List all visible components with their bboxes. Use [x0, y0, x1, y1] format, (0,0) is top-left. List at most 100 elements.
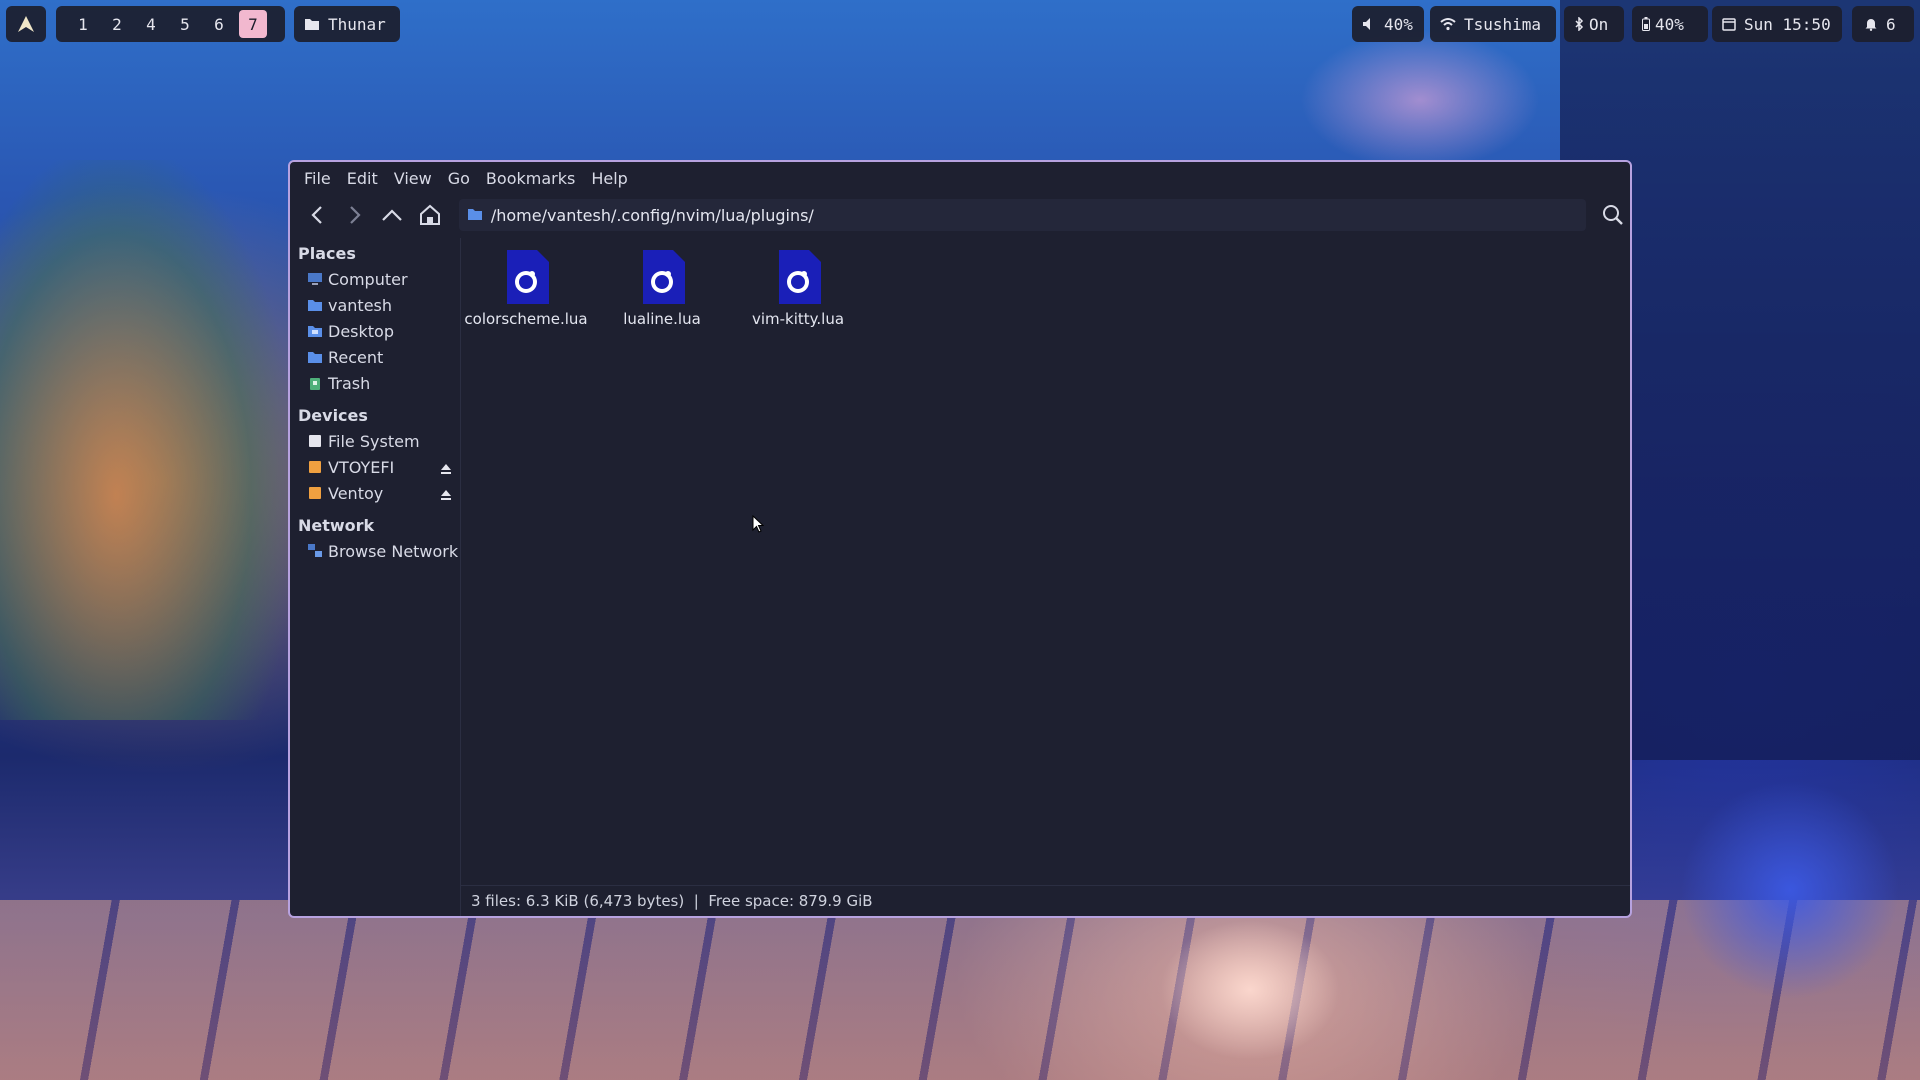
sidebar-item-label: Ventoy [328, 483, 384, 503]
sidebar-item-file-system[interactable]: File System [290, 428, 460, 454]
file-name: vim-kitty.lua [751, 310, 845, 328]
computer-icon [308, 272, 322, 286]
wifi-icon [1440, 17, 1456, 31]
wallpaper-flower-pink [1160, 920, 1340, 1060]
folder-icon [304, 17, 320, 31]
workspace-switcher: 1 2 4 5 6 7 [56, 6, 285, 42]
menu-bookmarks[interactable]: Bookmarks [478, 169, 583, 188]
volume-label: 40% [1384, 14, 1413, 34]
eject-icon[interactable] [440, 460, 452, 479]
lua-file-icon [507, 250, 549, 304]
sidebar-item-browse-network[interactable]: Browse Network [290, 538, 460, 564]
workspace-5[interactable]: 5 [171, 10, 199, 38]
volume-indicator[interactable]: 40% [1352, 6, 1424, 42]
wallpaper-hills [0, 160, 290, 720]
recent-folder-icon [308, 350, 322, 364]
chevron-left-icon [311, 206, 322, 224]
file-name: lualine.lua [623, 310, 701, 328]
wifi-indicator[interactable]: Tsushima [1430, 6, 1556, 42]
forward-button[interactable] [336, 198, 374, 232]
places-heading: Places [298, 244, 356, 263]
side-pane: Places Computer vantesh Desktop Recent T… [290, 238, 461, 916]
window-title-label: Thunar [328, 14, 386, 34]
toolbar: /home/vantesh/.config/nvim/lua/plugins/ [290, 194, 1630, 236]
active-window-title[interactable]: Thunar [294, 6, 400, 42]
home-folder-icon [308, 298, 322, 312]
desktop-folder-icon [308, 324, 322, 338]
location-bar[interactable]: /home/vantesh/.config/nvim/lua/plugins/ [458, 199, 1587, 231]
mouse-cursor-icon [752, 514, 765, 537]
launcher-button[interactable] [6, 6, 46, 42]
file-name: colorscheme.lua [464, 310, 588, 328]
thunar-window: File Edit View Go Bookmarks Help /home/v… [288, 160, 1632, 918]
file-item[interactable]: vim-kitty.lua [733, 250, 863, 328]
search-button[interactable] [1596, 198, 1630, 232]
location-path: /home/vantesh/.config/nvim/lua/plugins/ [490, 205, 814, 225]
drive-icon [308, 434, 322, 448]
sidebar-item-label: Browse Network [328, 541, 459, 561]
trash-icon [308, 376, 322, 390]
bluetooth-indicator[interactable]: On [1564, 6, 1624, 42]
menu-go[interactable]: Go [440, 169, 478, 188]
sidebar-item-label: Recent [328, 347, 384, 367]
battery-indicator[interactable]: 40% [1632, 6, 1708, 42]
workspace-7[interactable]: 7 [239, 10, 267, 38]
calendar-icon [1722, 17, 1736, 31]
notification-bell-icon [1864, 17, 1878, 31]
wallpaper-blossom [1300, 30, 1540, 170]
menu-help[interactable]: Help [583, 169, 635, 188]
parent-folder-button[interactable] [373, 198, 411, 232]
file-item[interactable]: lualine.lua [597, 250, 727, 328]
bluetooth-status-label: On [1589, 14, 1609, 34]
lua-file-icon [779, 250, 821, 304]
chevron-up-icon [382, 209, 403, 221]
clock-widget[interactable]: Sun 15:50 [1712, 6, 1842, 42]
network-icon [308, 544, 322, 558]
menu-edit[interactable]: Edit [339, 169, 386, 188]
file-view[interactable]: colorscheme.lua lualine.lua vim-kitty.lu… [461, 238, 1630, 886]
sidebar-item-recent[interactable]: Recent [290, 344, 460, 370]
folder-icon [467, 206, 483, 225]
bluetooth-icon [1574, 17, 1584, 31]
workspace-6[interactable]: 6 [205, 10, 233, 38]
sidebar-item-label: Computer [328, 269, 408, 289]
sidebar-item-vtoyefi[interactable]: VTOYEFI [290, 454, 460, 480]
sidebar-item-computer[interactable]: Computer [290, 266, 460, 292]
usb-drive-icon [308, 486, 322, 500]
sidebar-item-desktop[interactable]: Desktop [290, 318, 460, 344]
status-bar: 3 files: 6.3 KiB (6,473 bytes) | Free sp… [461, 885, 1630, 916]
sidebar-item-label: VTOYEFI [328, 457, 395, 477]
menu-view[interactable]: View [386, 169, 440, 188]
notification-indicator[interactable]: 6 [1852, 6, 1914, 42]
back-button[interactable] [298, 198, 336, 232]
workspace-1[interactable]: 1 [69, 10, 97, 38]
lua-file-icon [643, 250, 685, 304]
sidebar-item-label: Trash [328, 373, 371, 393]
speaker-icon [1362, 17, 1376, 31]
menu-bar: File Edit View Go Bookmarks Help [290, 162, 1630, 194]
search-icon [1603, 205, 1623, 225]
home-button[interactable] [411, 198, 449, 232]
chevron-right-icon [349, 206, 361, 224]
sidebar-item-label: Desktop [328, 321, 394, 341]
wallpaper-deck [0, 900, 1920, 1080]
sidebar-item-trash[interactable]: Trash [290, 370, 460, 396]
clock-label: Sun 15:50 [1744, 14, 1831, 34]
sidebar-item-vantesh[interactable]: vantesh [290, 292, 460, 318]
notification-count: 6 [1886, 14, 1896, 34]
eject-icon[interactable] [440, 486, 452, 505]
file-item[interactable]: colorscheme.lua [461, 250, 591, 328]
menu-file[interactable]: File [296, 169, 339, 188]
usb-drive-icon [308, 460, 322, 474]
status-text: 3 files: 6.3 KiB (6,473 bytes) | Free sp… [471, 892, 873, 910]
devices-heading: Devices [298, 406, 368, 425]
home-icon [419, 204, 440, 225]
sidebar-item-ventoy[interactable]: Ventoy [290, 480, 460, 506]
arch-logo-icon [18, 16, 34, 32]
wallpaper-flower-blue [1680, 780, 1900, 1000]
workspace-4[interactable]: 4 [137, 10, 165, 38]
workspace-2[interactable]: 2 [103, 10, 131, 38]
battery-icon [1642, 17, 1650, 31]
sidebar-item-label: vantesh [328, 295, 393, 315]
wifi-ssid-label: Tsushima [1464, 14, 1542, 34]
